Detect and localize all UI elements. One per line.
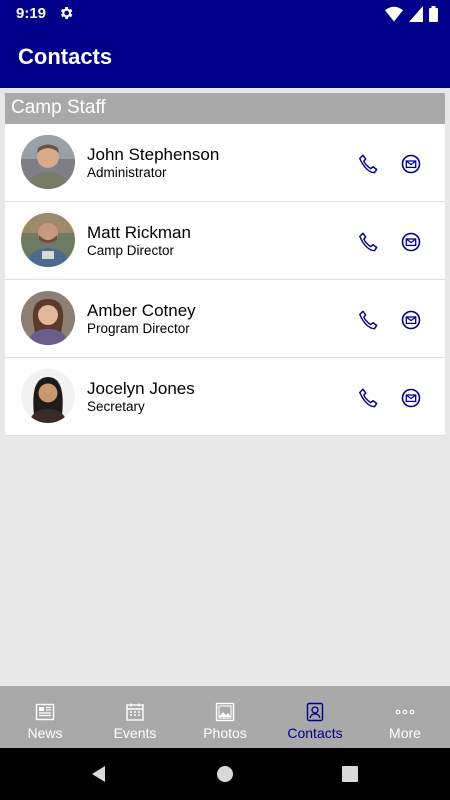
contacts-content[interactable]: Camp Staff John Stephenson Administrator… (0, 88, 450, 686)
contact-role: Camp Director (87, 243, 175, 258)
phone-icon[interactable] (357, 309, 379, 331)
contact-role: Administrator (87, 165, 167, 180)
contact-row[interactable]: Matt Rickman Camp Director (5, 202, 445, 280)
back-icon[interactable] (90, 765, 108, 783)
contact-row[interactable]: Amber Cotney Program Director (5, 280, 445, 358)
nav-label: Events (113, 725, 157, 741)
recents-icon[interactable] (341, 765, 359, 783)
mail-icon[interactable] (401, 232, 421, 252)
app-bar: Contacts (0, 28, 450, 88)
section-title: Camp Staff (11, 97, 106, 118)
contact-list: John Stephenson Administrator Matt Rickm… (5, 124, 445, 436)
cell-signal-icon (409, 6, 423, 22)
nav-label: More (389, 725, 421, 741)
settings-gear-icon (60, 7, 73, 19)
section-header: Camp Staff (5, 93, 445, 124)
page-title: Contacts (18, 44, 113, 69)
nav-item-events[interactable]: Events (90, 686, 180, 748)
nav-item-contacts[interactable]: Contacts (270, 686, 360, 748)
phone-icon[interactable] (357, 153, 379, 175)
mail-icon[interactable] (401, 388, 421, 408)
more-dots-icon (395, 709, 415, 715)
nav-item-photos[interactable]: Photos (180, 686, 270, 748)
contact-role: Program Director (87, 321, 190, 336)
phone-icon[interactable] (357, 231, 379, 253)
photo-icon (215, 702, 235, 722)
contact-card-icon (306, 702, 324, 722)
avatar (21, 135, 75, 189)
phone-icon[interactable] (357, 387, 379, 409)
nav-item-news[interactable]: News (0, 686, 90, 748)
nav-label: Contacts (287, 725, 343, 741)
home-icon[interactable] (216, 765, 234, 783)
contact-name: Amber Cotney (87, 301, 196, 320)
contact-name: Matt Rickman (87, 223, 191, 242)
system-status-icons (385, 5, 438, 23)
newspaper-icon (35, 703, 55, 721)
contact-role: Secretary (87, 399, 145, 414)
contact-row[interactable]: Jocelyn Jones Secretary (5, 358, 445, 436)
contact-name: Jocelyn Jones (87, 379, 195, 398)
battery-icon (429, 6, 438, 22)
bottom-nav: News Events Photos Contacts More (0, 686, 450, 748)
avatar (21, 369, 75, 423)
mail-icon[interactable] (401, 310, 421, 330)
system-nav-bar (0, 748, 450, 800)
wifi-icon (385, 6, 403, 22)
mail-icon[interactable] (401, 154, 421, 174)
contact-name: John Stephenson (87, 145, 220, 164)
status-time: 9:19 (16, 5, 47, 22)
contact-row[interactable]: John Stephenson Administrator (5, 124, 445, 202)
status-bar: 9:19 (0, 0, 450, 28)
calendar-icon (126, 703, 144, 721)
avatar (21, 213, 75, 267)
avatar (21, 291, 75, 345)
nav-label: Photos (203, 725, 247, 741)
nav-item-more[interactable]: More (360, 686, 450, 748)
nav-label: News (27, 725, 63, 741)
